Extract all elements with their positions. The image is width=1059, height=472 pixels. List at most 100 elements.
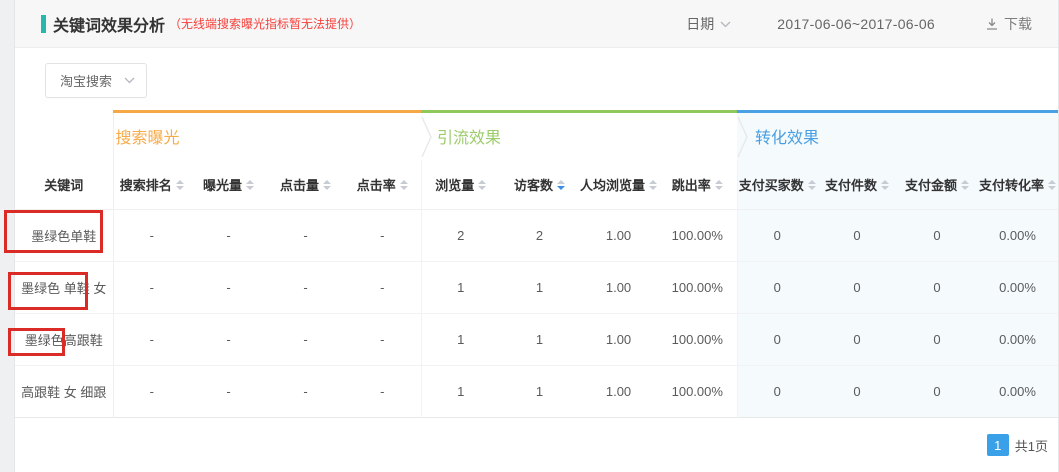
cell: 100.00% [658,210,737,262]
group-header-search-exposure: 搜索曝光 [113,112,421,160]
title-note: （无线端搜索曝光指标暂无法提供） [169,15,361,32]
date-dropdown[interactable]: 日期 [686,14,731,34]
cell: 0 [897,210,977,262]
cell: 0 [817,262,897,314]
cell: - [267,210,344,262]
cell: - [344,314,421,366]
title-bar-actions: 日期 2017-06-06~2017-06-06 下载 [686,14,1032,34]
cell: 0.00% [977,366,1058,418]
cell: - [267,366,344,418]
cell: 1 [500,262,579,314]
cell: 100.00% [658,314,737,366]
chevron-down-icon [124,77,135,84]
cell: - [344,366,421,418]
keyword-link[interactable]: 墨绿色单鞋 [15,210,113,262]
cell: 1 [500,366,579,418]
download-button[interactable]: 下载 [985,14,1032,34]
page-button-1[interactable]: 1 [987,434,1009,456]
cell: - [267,314,344,366]
cell: 2 [421,210,500,262]
column-header-search-rank[interactable]: 搜索排名 [113,160,190,210]
column-header-paid-items[interactable]: 支付件数 [817,160,897,210]
sort-icon [808,180,816,190]
column-header-visitors[interactable]: 访客数 [500,160,579,210]
date-range-value[interactable]: 2017-06-06~2017-06-06 [777,16,935,32]
sort-icon [881,180,889,190]
cell: 0 [897,262,977,314]
sort-icon [478,180,486,190]
cell: 1 [421,366,500,418]
keyword-link[interactable]: 墨绿色 单鞋 女 [15,262,113,314]
chevron-down-icon [720,21,731,28]
cell: 1 [421,262,500,314]
cell: - [113,366,190,418]
keyword-effect-table: 搜索曝光 引流效果 转化效果 关键词 搜索排名 曝光量 点击量 [15,110,1058,418]
cell: - [344,262,421,314]
sort-icon [1048,180,1056,190]
column-header-keyword: 关键词 [15,160,113,210]
title-bar: 关键词效果分析 （无线端搜索曝光指标暂无法提供） 日期 2017-06-06~2… [15,0,1058,48]
page-total-label: 共1页 [1015,436,1048,455]
keyword-link[interactable]: 高跟鞋 女 细跟 [15,366,113,418]
group-header-conversion-effect: 转化效果 [737,112,1058,160]
group-header-row: 搜索曝光 引流效果 转化效果 [15,112,1058,160]
cell: 100.00% [658,262,737,314]
sort-icon [400,180,408,190]
cell: - [113,262,190,314]
sort-icon [323,180,331,190]
column-header-row: 关键词 搜索排名 曝光量 点击量 点击率 浏览量 访客数 人均浏览量 跳出率 支… [15,160,1058,210]
column-header-payment-amount[interactable]: 支付金额 [897,160,977,210]
cell: - [113,314,190,366]
cell: 1.00 [579,314,658,366]
column-header-exposure[interactable]: 曝光量 [190,160,267,210]
column-header-clicks[interactable]: 点击量 [267,160,344,210]
sort-icon [246,180,254,190]
column-header-avg-pageviews[interactable]: 人均浏览量 [579,160,658,210]
group-header-traffic-effect: 引流效果 [421,112,737,160]
channel-select-value: 淘宝搜索 [60,71,112,90]
group-header-spacer [15,112,113,160]
download-icon [985,17,999,31]
table-row: 高跟鞋 女 细跟 - - - - 1 1 1.00 100.00% 0 0 0 … [15,366,1058,418]
column-header-payment-conversion[interactable]: 支付转化率 [977,160,1058,210]
table-row: 墨绿色高跟鞋 - - - - 1 1 1.00 100.00% 0 0 0 0.… [15,314,1058,366]
cell: - [113,210,190,262]
sort-icon [961,180,969,190]
cell: 1 [500,314,579,366]
title-accent-bar [41,15,46,33]
table-row: 墨绿色 单鞋 女 - - - - 1 1 1.00 100.00% 0 0 0 … [15,262,1058,314]
download-label: 下载 [1004,14,1032,34]
cell: 0 [737,314,817,366]
cell: 2 [500,210,579,262]
cell: 0 [737,366,817,418]
cell: - [267,262,344,314]
column-header-ctr[interactable]: 点击率 [344,160,421,210]
channel-select[interactable]: 淘宝搜索 [45,63,147,98]
keyword-link[interactable]: 墨绿色高跟鞋 [15,314,113,366]
group-separator-chevron-icon [421,116,433,163]
cell: 0 [737,262,817,314]
cell: 1 [421,314,500,366]
cell: - [190,366,267,418]
keyword-analysis-screen: 关键词效果分析 （无线端搜索曝光指标暂无法提供） 日期 2017-06-06~2… [0,0,1059,472]
cell: 0 [817,210,897,262]
cell: 0 [737,210,817,262]
cell: 0 [897,314,977,366]
cell: 100.00% [658,366,737,418]
group-label: 引流效果 [437,130,501,147]
column-header-bounce-rate[interactable]: 跳出率 [658,160,737,210]
table-footer: 1 共1页 [15,418,1058,472]
page-title: 关键词效果分析 [53,12,165,36]
cell: - [190,262,267,314]
sort-icon [715,180,723,190]
cell: 0 [817,314,897,366]
cell: - [190,314,267,366]
cell: 0.00% [977,314,1058,366]
group-label: 搜索曝光 [116,130,180,147]
column-header-paying-buyers[interactable]: 支付买家数 [737,160,817,210]
group-label: 转化效果 [755,130,819,147]
column-header-pageviews[interactable]: 浏览量 [421,160,500,210]
table-row: 墨绿色单鞋 - - - - 2 2 1.00 100.00% 0 0 0 0.0… [15,210,1058,262]
filter-row: 淘宝搜索 [15,48,1058,110]
sort-icon-active [557,180,565,190]
